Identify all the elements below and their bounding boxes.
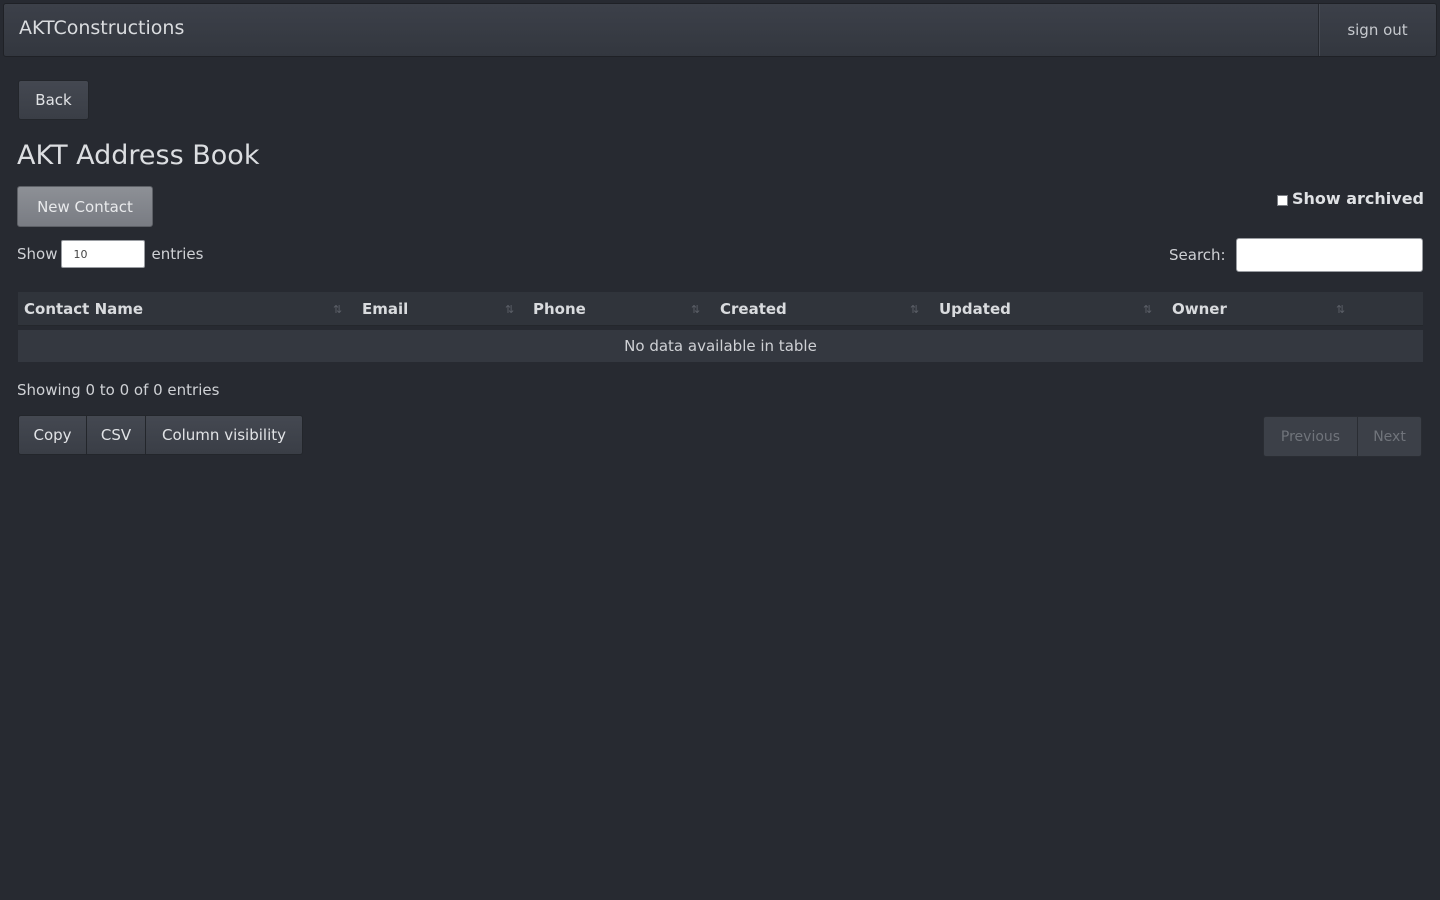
new-contact-button[interactable]: New Contact (17, 186, 153, 227)
sort-icon[interactable]: ⇅ (505, 303, 514, 316)
copy-button[interactable]: Copy (18, 415, 87, 455)
brand-logo-text[interactable]: AKTConstructions (19, 17, 184, 39)
entries-length-control: Show entries (17, 240, 203, 268)
sign-out-link[interactable]: sign out (1318, 4, 1436, 56)
page-title: AKT Address Book (17, 140, 260, 171)
pagination: Previous Next (1263, 416, 1422, 457)
export-button-group: Copy CSV Column visibility (18, 415, 303, 455)
show-label: Show (17, 245, 58, 263)
column-header-phone[interactable]: Phone (533, 292, 586, 326)
csv-button[interactable]: CSV (87, 415, 146, 455)
sort-icon[interactable]: ⇅ (1336, 303, 1345, 316)
entries-length-input[interactable] (61, 240, 146, 268)
search-label: Search: (1169, 246, 1226, 264)
table-header-row: Contact Name ⇅ Email ⇅ Phone ⇅ Created ⇅… (18, 292, 1423, 326)
column-header-contact-name[interactable]: Contact Name (24, 292, 143, 326)
sort-icon[interactable]: ⇅ (691, 303, 700, 316)
sort-icon[interactable]: ⇅ (910, 303, 919, 316)
top-navbar: AKTConstructions sign out (3, 3, 1437, 57)
column-header-created[interactable]: Created (720, 292, 787, 326)
sort-icon[interactable]: ⇅ (1143, 303, 1152, 316)
table-empty-row: No data available in table (18, 330, 1423, 362)
back-button[interactable]: Back (18, 80, 89, 120)
show-archived-checkbox[interactable] (1276, 194, 1288, 206)
column-header-owner[interactable]: Owner (1172, 292, 1227, 326)
column-header-email[interactable]: Email (362, 292, 408, 326)
sort-icon[interactable]: ⇅ (333, 303, 342, 316)
previous-page-button[interactable]: Previous (1263, 416, 1358, 457)
search-input[interactable] (1236, 238, 1423, 272)
next-page-button[interactable]: Next (1358, 416, 1422, 457)
show-archived-toggle[interactable]: Show archived (1276, 189, 1424, 208)
column-header-updated[interactable]: Updated (939, 292, 1011, 326)
show-archived-label[interactable]: Show archived (1292, 189, 1424, 208)
column-visibility-button[interactable]: Column visibility (146, 415, 303, 455)
table-info-text: Showing 0 to 0 of 0 entries (17, 381, 220, 399)
entries-label: entries (151, 245, 204, 263)
